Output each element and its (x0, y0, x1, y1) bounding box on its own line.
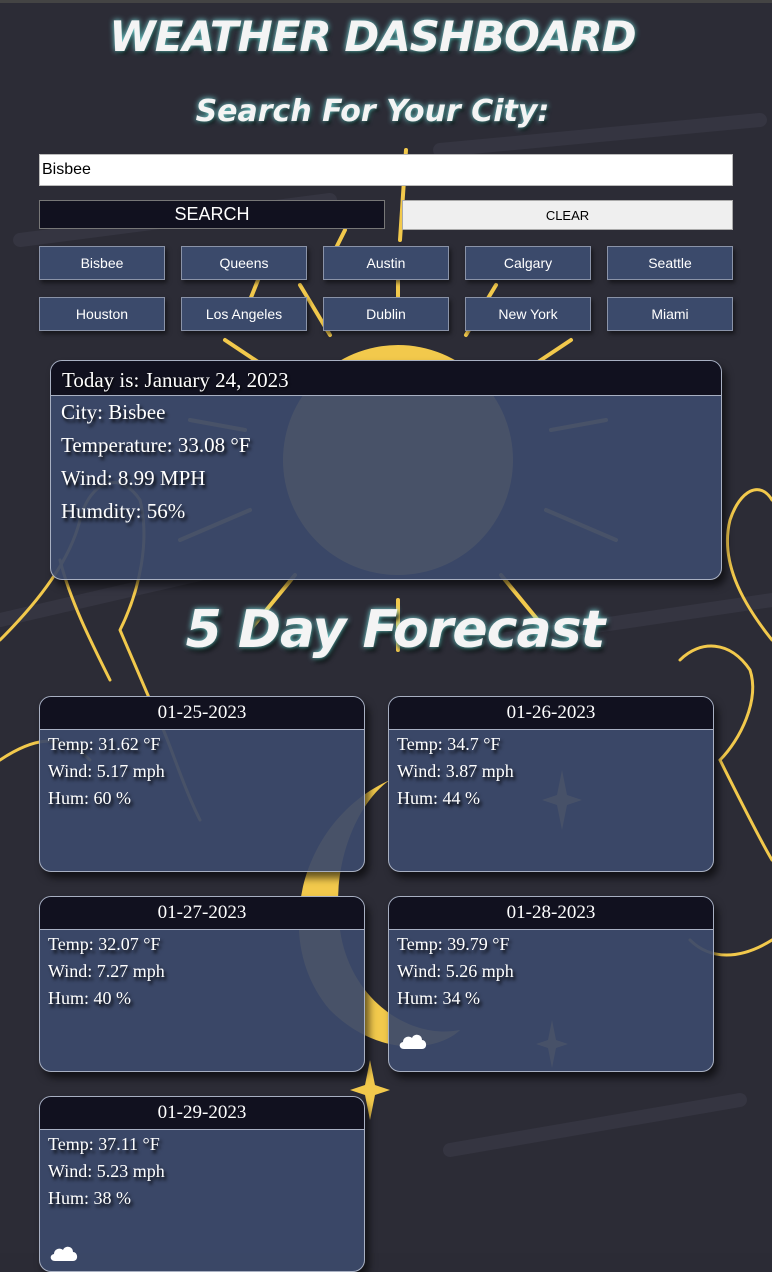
forecast-humidity: Hum: 60 % (48, 788, 131, 808)
forecast-wind: Wind: 3.87 mph (397, 761, 514, 781)
city-search-input[interactable] (39, 154, 733, 186)
search-button[interactable]: SEARCH (39, 200, 385, 229)
forecast-card: 01-28-2023 Temp: 39.79 °F Wind: 5.26 mph… (388, 896, 714, 1072)
forecast-card: 01-26-2023 Temp: 34.7 °F Wind: 3.87 mph … (388, 696, 714, 872)
forecast-temp: Temp: 31.62 °F (48, 734, 161, 754)
forecast-humidity: Hum: 44 % (397, 788, 480, 808)
forecast-heading: 5 Day Forecast (185, 600, 606, 660)
current-wind: Wind: 8.99 MPH (61, 466, 206, 490)
history-city-button[interactable]: Dublin (323, 297, 449, 331)
cloud-icon (50, 1246, 78, 1261)
forecast-date: 01-27-2023 (40, 897, 364, 930)
current-city: City: Bisbee (61, 400, 166, 424)
history-city-button[interactable]: Austin (323, 246, 449, 280)
history-city-button[interactable]: Miami (607, 297, 733, 331)
current-temperature: Temperature: 33.08 °F (61, 433, 251, 457)
forecast-wind: Wind: 5.26 mph (397, 961, 514, 981)
forecast-temp: Temp: 39.79 °F (397, 934, 510, 954)
app-title: WEATHER DASHBOARD (109, 12, 636, 61)
forecast-wind: Wind: 5.17 mph (48, 761, 165, 781)
forecast-humidity: Hum: 40 % (48, 988, 131, 1008)
forecast-card: 01-29-2023 Temp: 37.11 °F Wind: 5.23 mph… (39, 1096, 365, 1272)
page: WEATHER DASHBOARD Search For Your City: … (0, 0, 772, 1272)
forecast-wind: Wind: 7.27 mph (48, 961, 165, 981)
search-heading: Search For Your City: (195, 94, 550, 129)
forecast-card: 01-25-2023 Temp: 31.62 °F Wind: 5.17 mph… (39, 696, 365, 872)
forecast-humidity: Hum: 38 % (48, 1188, 131, 1208)
forecast-temp: Temp: 34.7 °F (397, 734, 501, 754)
history-city-button[interactable]: Los Angeles (181, 297, 307, 331)
forecast-date: 01-29-2023 (40, 1097, 364, 1130)
forecast-temp: Temp: 32.07 °F (48, 934, 161, 954)
history-city-button[interactable]: Seattle (607, 246, 733, 280)
history-city-button[interactable]: Houston (39, 297, 165, 331)
cloud-icon (399, 1034, 427, 1049)
history-city-button[interactable]: Bisbee (39, 246, 165, 280)
current-weather-card: Today is: January 24, 2023 City: Bisbee … (50, 360, 722, 580)
forecast-wind: Wind: 5.23 mph (48, 1161, 165, 1181)
forecast-temp: Temp: 37.11 °F (48, 1134, 160, 1154)
history-city-button[interactable]: Queens (181, 246, 307, 280)
forecast-date: 01-25-2023 (40, 697, 364, 730)
current-date: Today is: January 24, 2023 (51, 361, 721, 396)
forecast-date: 01-28-2023 (389, 897, 713, 930)
forecast-date: 01-26-2023 (389, 697, 713, 730)
history-city-button[interactable]: Calgary (465, 246, 591, 280)
current-humidity: Humdity: 56% (61, 499, 186, 523)
forecast-humidity: Hum: 34 % (397, 988, 480, 1008)
history-city-button[interactable]: New York (465, 297, 591, 331)
clear-button[interactable]: CLEAR (402, 200, 733, 230)
forecast-card: 01-27-2023 Temp: 32.07 °F Wind: 7.27 mph… (39, 896, 365, 1072)
